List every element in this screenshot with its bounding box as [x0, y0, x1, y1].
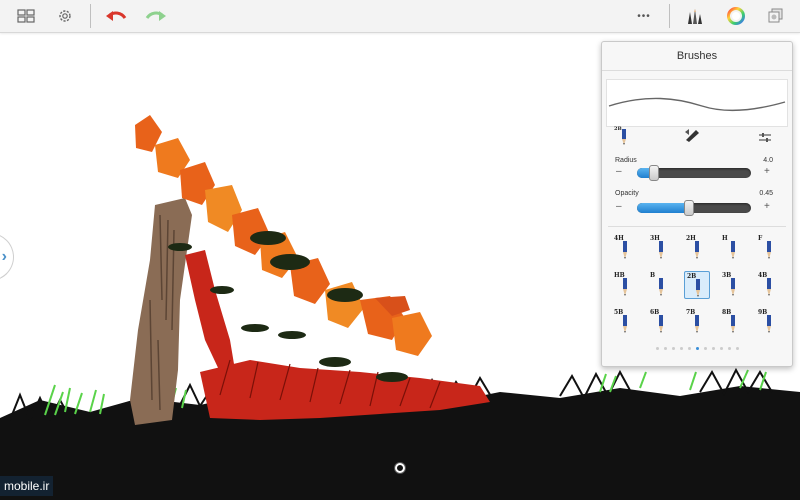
brush-preset-hb[interactable]: HB	[612, 271, 638, 299]
undo-icon[interactable]	[102, 3, 130, 29]
current-brush-button[interactable]: 2B	[614, 126, 632, 146]
page-dot[interactable]	[735, 347, 739, 350]
redo-icon[interactable]	[142, 3, 170, 29]
brush-preset-4b[interactable]: 4B	[756, 271, 782, 299]
pencil-icon	[659, 278, 663, 296]
brush-properties-icon[interactable]	[759, 130, 771, 148]
brush-preset-3b[interactable]: 3B	[720, 271, 746, 299]
page-dot[interactable]	[711, 347, 715, 350]
pencil-icon	[623, 278, 627, 296]
radius-plus-button[interactable]: +	[764, 166, 770, 177]
page-dot[interactable]	[703, 347, 707, 350]
brush-preset-3h[interactable]: 3H	[648, 234, 674, 262]
page-dot[interactable]	[671, 347, 675, 350]
page-dot[interactable]	[687, 347, 691, 350]
pencil-icon	[623, 315, 627, 333]
layers-icon[interactable]	[762, 3, 790, 29]
pencil-icon	[659, 315, 663, 333]
page-dot[interactable]	[663, 347, 667, 350]
opacity-slider[interactable]	[637, 200, 751, 216]
opacity-plus-button[interactable]: +	[764, 201, 770, 212]
opacity-label: Opacity	[615, 190, 639, 197]
watermark: mobile.ir	[0, 476, 54, 496]
brush-preset-b[interactable]: B	[648, 271, 674, 299]
pencil-icon	[767, 278, 771, 296]
pencil-icon	[731, 278, 735, 296]
pencil-icon	[767, 315, 771, 333]
radius-minus-button[interactable]: –	[616, 166, 622, 177]
brush-cursor	[395, 463, 405, 473]
brush-preset-label: B	[650, 272, 656, 279]
opacity-minus-button[interactable]: –	[616, 201, 622, 212]
brush-preset-7b[interactable]: 7B	[684, 308, 710, 336]
brush-preset-8b[interactable]: 8B	[720, 308, 746, 336]
pencil-icon	[695, 315, 699, 333]
brush-preset-9b[interactable]: 9B	[756, 308, 782, 336]
brush-preset-6b[interactable]: 6B	[648, 308, 674, 336]
pencil-icon	[623, 241, 627, 259]
brush-preset-f[interactable]: F	[756, 234, 782, 262]
brush-tools-row: 2B	[602, 124, 792, 148]
tree-trunk	[130, 198, 192, 425]
pencil-icon	[731, 315, 735, 333]
brush-preset-5b[interactable]: 5B	[612, 308, 638, 336]
toolbar-divider-right	[669, 4, 670, 28]
brush-preset-label: F	[758, 235, 763, 242]
pencil-icon	[622, 129, 626, 145]
pencil-icon	[695, 241, 699, 259]
panel-title: Brushes	[602, 42, 792, 71]
page-dot[interactable]	[695, 347, 699, 350]
brush-preset-4h[interactable]: 4H	[612, 234, 638, 262]
radius-slider[interactable]	[637, 165, 751, 181]
opacity-value: 0.45	[759, 190, 773, 197]
pencil-icon	[767, 241, 771, 259]
brush-preset-h[interactable]: H	[720, 234, 746, 262]
stroke-preview	[606, 79, 788, 127]
brush-edit-icon[interactable]	[684, 128, 702, 147]
radius-slider-thumb[interactable]	[649, 165, 659, 181]
radius-value: 4.0	[763, 157, 773, 164]
toolbar-divider	[90, 4, 91, 28]
pencil-icon	[731, 241, 735, 259]
top-toolbar: •••	[0, 0, 800, 33]
pencil-icon	[659, 241, 663, 259]
opacity-slider-thumb[interactable]	[684, 200, 694, 216]
brush-icon[interactable]	[680, 3, 708, 29]
page-dot[interactable]	[655, 347, 659, 350]
opacity-slider-fill	[637, 203, 689, 213]
brush-preset-2b[interactable]: 2B	[684, 271, 710, 299]
page-dot[interactable]	[727, 347, 731, 350]
presets-divider	[608, 226, 786, 227]
gear-icon[interactable]	[51, 3, 79, 29]
brushes-panel: Brushes 2B Radius 4.0 – + Opacity 0.45 –…	[601, 41, 793, 367]
page-dot[interactable]	[719, 347, 723, 350]
brush-preset-label: H	[722, 235, 728, 242]
radius-label: Radius	[615, 157, 637, 164]
brush-preset-2h[interactable]: 2H	[684, 234, 710, 262]
preset-page-indicator	[602, 347, 792, 353]
more-icon[interactable]: •••	[630, 3, 658, 29]
pencil-icon	[696, 279, 700, 297]
page-dot[interactable]	[679, 347, 683, 350]
grid-icon[interactable]	[12, 3, 40, 29]
red-fern-strokes	[185, 250, 490, 420]
color-wheel-icon[interactable]	[722, 3, 750, 29]
